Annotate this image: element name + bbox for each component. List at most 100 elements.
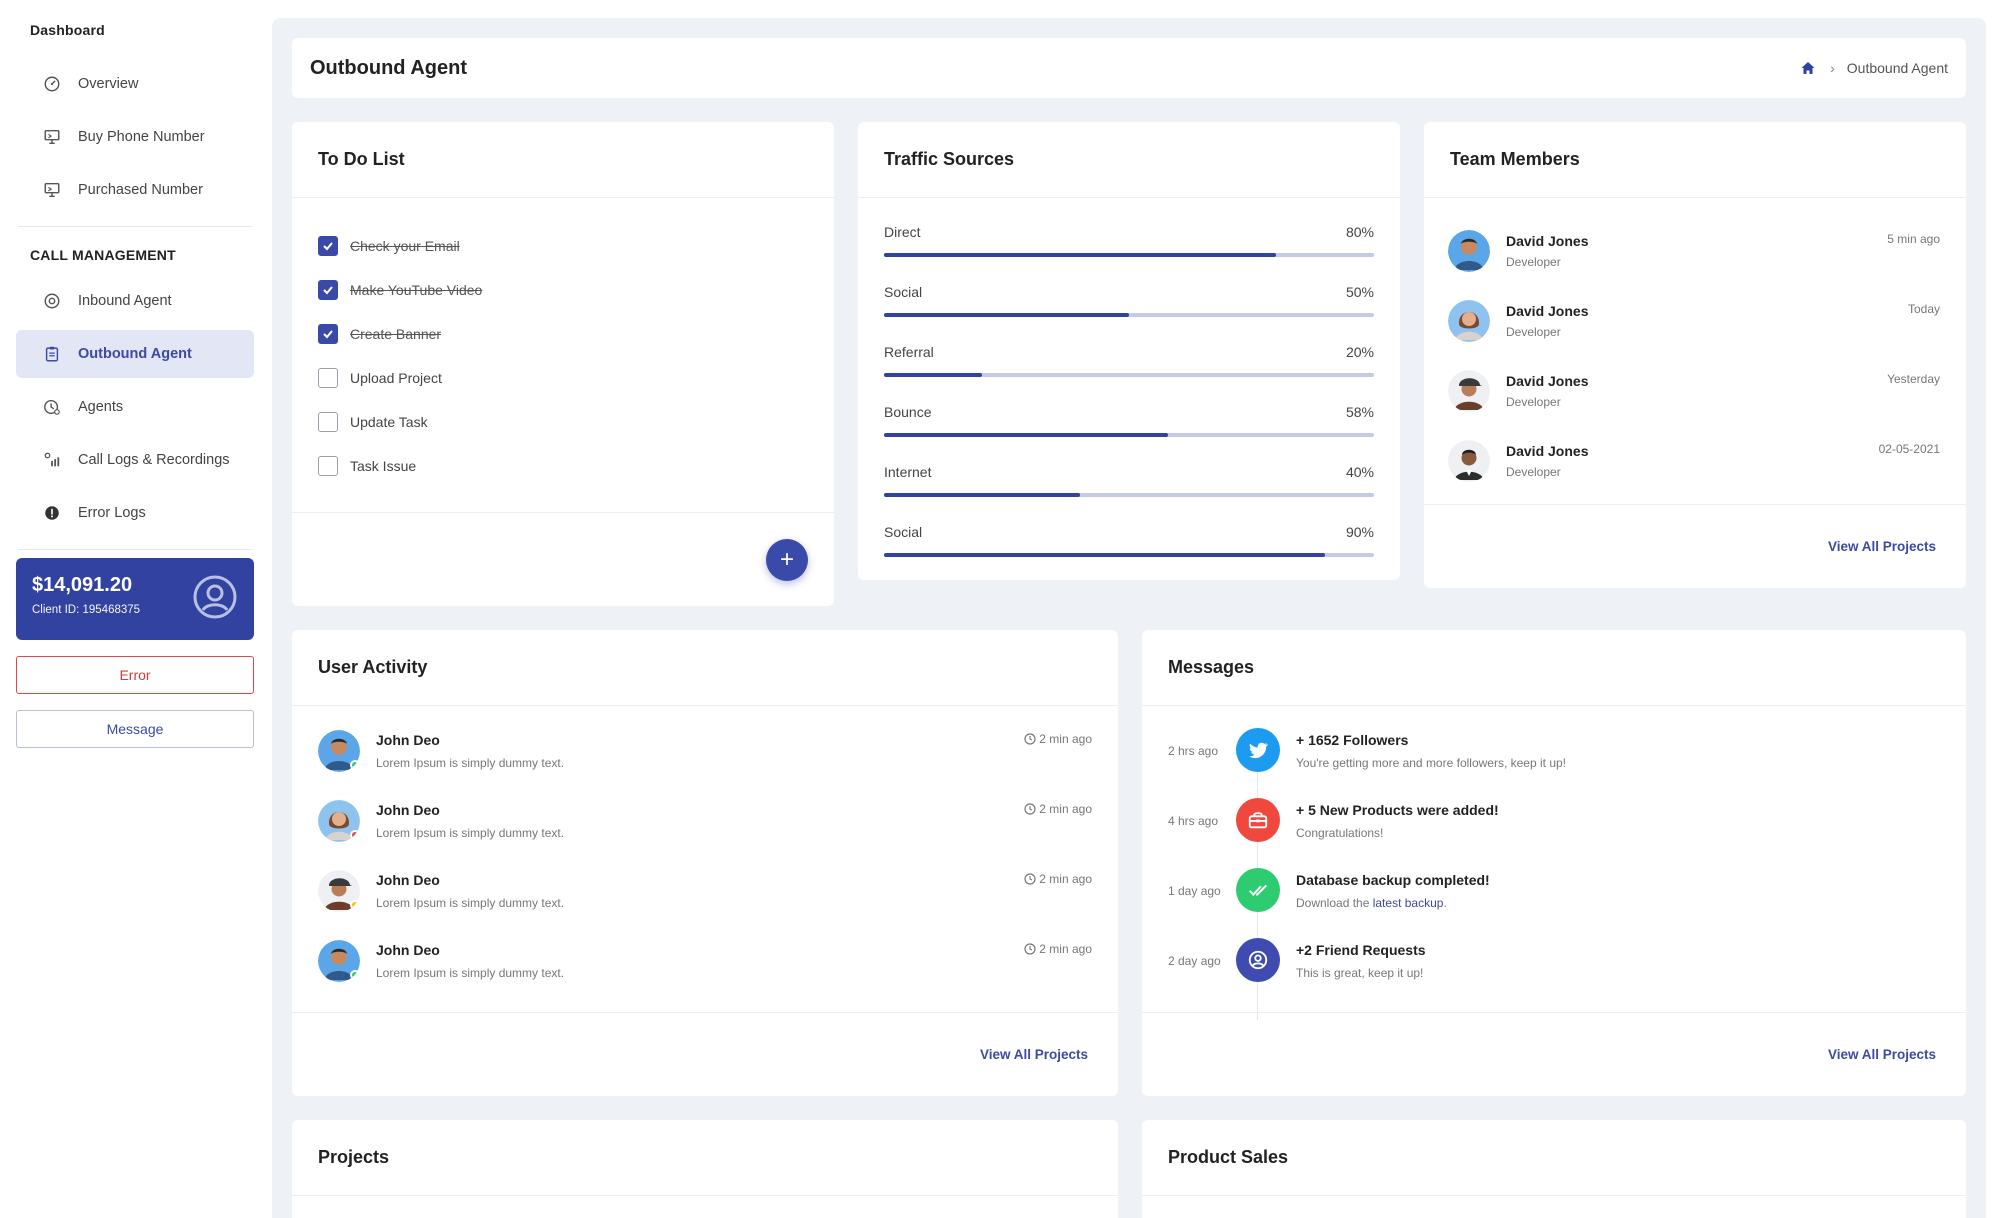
add-task-button[interactable]: +	[766, 539, 808, 581]
status-dot	[350, 970, 360, 980]
todo-item[interactable]: Upload Project	[318, 356, 808, 400]
activity-row[interactable]: John Deo Lorem Ipsum is simply dummy text…	[318, 868, 1092, 938]
view-all-projects-link[interactable]: View All Projects	[980, 1047, 1088, 1062]
sidebar-item-buy-phone-number[interactable]: Buy Phone Number	[16, 113, 254, 161]
progress-fill	[884, 433, 1169, 437]
sidebar-item-label: Error Logs	[78, 505, 146, 521]
card-title: Team Members	[1424, 122, 1966, 198]
traffic-list: Direct 80% Social 50% Referral 20% Bounce 58…	[858, 198, 1400, 584]
progress-track	[884, 433, 1374, 437]
member-role: Developer	[1506, 325, 1561, 339]
progress-fill	[884, 493, 1080, 497]
gauge-icon	[42, 74, 62, 94]
member-name: David Jones	[1506, 443, 1589, 459]
team-member-row[interactable]: David Jones Developer 5 min ago	[1448, 216, 1940, 286]
team-member-row[interactable]: David Jones Developer Today	[1448, 286, 1940, 356]
todo-footer: +	[292, 512, 834, 606]
todo-label: Task Issue	[350, 458, 417, 474]
clock-user-icon	[42, 397, 62, 417]
message-row[interactable]: 1 day ago Database backup completed! Down…	[1168, 868, 1940, 938]
product-sales-card: Product Sales	[1142, 1120, 1966, 1218]
messages-footer: View All Projects	[1142, 1012, 1966, 1096]
todo-item[interactable]: Create Banner	[318, 312, 808, 356]
avatar	[318, 940, 360, 982]
home-icon[interactable]	[1800, 60, 1816, 76]
sidebar-item-purchased-number[interactable]: Purchased Number	[16, 166, 254, 214]
clipboard-icon	[42, 344, 62, 364]
traffic-percent: 58%	[1345, 404, 1374, 420]
message-row[interactable]: 2 day ago +2 Friend Requests This is grea…	[1168, 938, 1940, 1008]
traffic-percent: 90%	[1345, 524, 1374, 540]
todo-item[interactable]: Update Task	[318, 400, 808, 444]
traffic-percent: 80%	[1345, 224, 1374, 240]
progress-fill	[884, 253, 1276, 257]
todo-item[interactable]: Task Issue	[318, 444, 808, 488]
avatar	[318, 730, 360, 772]
sidebar-item-outbound-agent[interactable]: Outbound Agent	[16, 330, 254, 378]
checkbox-checked[interactable]	[318, 324, 338, 344]
view-all-projects-link[interactable]: View All Projects	[1828, 539, 1936, 554]
activity-desc: Lorem Ipsum is simply dummy text.	[376, 826, 565, 840]
sidebar-item-label: Purchased Number	[78, 182, 203, 198]
alert-circle-icon	[42, 503, 62, 523]
message-row[interactable]: 2 hrs ago + 1652 Followers You're getting…	[1168, 728, 1940, 798]
sidebar-item-inbound-agent[interactable]: Inbound Agent	[16, 277, 254, 325]
activity-desc: Lorem Ipsum is simply dummy text.	[376, 966, 565, 980]
user-avatar-icon	[192, 574, 238, 620]
page-header: Outbound Agent › Outbound Agent	[292, 38, 1966, 98]
view-all-projects-link[interactable]: View All Projects	[1828, 1047, 1936, 1062]
traffic-percent: 40%	[1345, 464, 1374, 480]
message-time: 2 hrs ago	[1168, 744, 1219, 758]
sidebar-item-overview[interactable]: Overview	[16, 60, 254, 108]
checkbox-unchecked[interactable]	[318, 412, 338, 432]
status-dot	[350, 830, 360, 840]
error-button[interactable]: Error	[16, 656, 254, 694]
sidebar-item-agents[interactable]: Agents	[16, 383, 254, 431]
progress-fill	[884, 553, 1325, 557]
activity-user-name: John Deo	[376, 802, 440, 818]
member-time: Yesterday	[1887, 372, 1940, 386]
chevron-right-icon: ›	[1830, 60, 1835, 76]
activity-time: 2 min ago	[1024, 942, 1092, 956]
activity-row[interactable]: John Deo Lorem Ipsum is simply dummy text…	[318, 938, 1092, 1008]
projects-card: Projects	[292, 1120, 1118, 1218]
todo-item[interactable]: Check your Email	[318, 224, 808, 268]
user-activity-card: User Activity John Deo Lorem Ipsum is sim…	[292, 630, 1118, 1096]
message-row[interactable]: 4 hrs ago + 5 New Products were added! Co…	[1168, 798, 1940, 868]
team-member-row[interactable]: David Jones Developer 02-05-2021	[1448, 426, 1940, 496]
message-button[interactable]: Message	[16, 710, 254, 748]
team-member-row[interactable]: David Jones Developer Yesterday	[1448, 356, 1940, 426]
avatar	[318, 800, 360, 842]
checkbox-checked[interactable]	[318, 236, 338, 256]
main-content: Outbound Agent › Outbound Agent To Do Li…	[272, 18, 1986, 1218]
messages-card: Messages 2 hrs ago + 1652 Followers You'r…	[1142, 630, 1966, 1096]
progress-fill	[884, 373, 982, 377]
traffic-row: Referral 20%	[884, 344, 1374, 404]
sidebar-item-error-logs[interactable]: Error Logs	[16, 489, 254, 537]
checkbox-checked[interactable]	[318, 280, 338, 300]
progress-track	[884, 493, 1374, 497]
checkbox-unchecked[interactable]	[318, 368, 338, 388]
activity-time-text: 2 min ago	[1039, 802, 1092, 816]
sidebar-item-label: Inbound Agent	[78, 293, 172, 309]
activity-row[interactable]: John Deo Lorem Ipsum is simply dummy text…	[318, 798, 1092, 868]
sidebar-item-call-logs[interactable]: Call Logs & Recordings	[16, 436, 254, 484]
message-title: + 1652 Followers	[1296, 732, 1409, 748]
sidebar-item-label: Overview	[78, 76, 139, 92]
latest-backup-link[interactable]: latest backup	[1373, 896, 1444, 910]
activity-row[interactable]: John Deo Lorem Ipsum is simply dummy text…	[318, 728, 1092, 798]
message-time: 4 hrs ago	[1168, 814, 1219, 828]
activity-user-name: John Deo	[376, 942, 440, 958]
checkbox-unchecked[interactable]	[318, 456, 338, 476]
clock-icon	[1024, 733, 1036, 745]
activity-desc: Lorem Ipsum is simply dummy text.	[376, 756, 565, 770]
clock-icon	[1024, 803, 1036, 815]
sidebar-section-call-management: CALL MANAGEMENT	[30, 247, 176, 263]
double-check-icon	[1236, 868, 1280, 912]
todo-item[interactable]: Make YouTube Video	[318, 268, 808, 312]
activity-time-text: 2 min ago	[1039, 732, 1092, 746]
avatar	[1448, 230, 1490, 272]
traffic-label: Direct	[884, 224, 921, 240]
message-desc: You're getting more and more followers, …	[1296, 756, 1566, 770]
member-time: 02-05-2021	[1878, 442, 1940, 456]
